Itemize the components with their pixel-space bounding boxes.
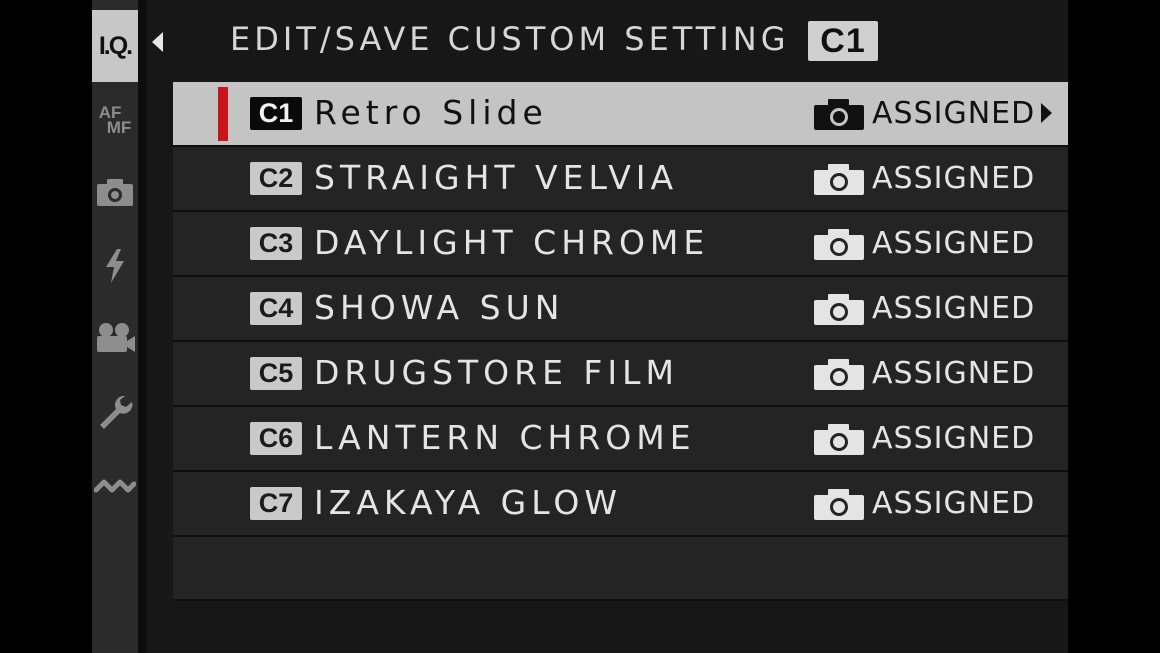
setting-row-c7[interactable]: C7 IZAKAYA GLOW ASSIGNED [173, 472, 1068, 537]
setting-name: SHOWA SUN [314, 288, 565, 327]
setting-badge: C3 [250, 227, 302, 260]
custom-setting-list: C1 Retro Slide ASSIGNED C2 STRAIGHT VELV… [173, 82, 1068, 601]
setting-status: ASSIGNED [872, 421, 1036, 456]
current-setting-badge: C1 [808, 21, 878, 61]
setting-row-c2[interactable]: C2 STRAIGHT VELVIA ASSIGNED [173, 147, 1068, 212]
connection-icon[interactable] [92, 470, 138, 500]
setting-name: IZAKAYA GLOW [314, 483, 623, 522]
iq-icon[interactable]: I.Q. [92, 10, 138, 82]
camera-icon [814, 489, 864, 520]
empty-row [173, 537, 1068, 601]
wrench-icon[interactable] [92, 390, 138, 434]
mf-label: MF [106, 118, 132, 137]
camera-icon [814, 359, 864, 390]
setting-badge: C7 [250, 487, 302, 520]
setting-status: ASSIGNED [872, 161, 1036, 196]
setting-status: ASSIGNED [872, 356, 1036, 391]
page-title: EDIT/SAVE CUSTOM SETTING [230, 20, 790, 58]
setting-row-c3[interactable]: C3 DAYLIGHT CHROME ASSIGNED [173, 212, 1068, 277]
camera-icon [814, 294, 864, 325]
camera-icon [814, 164, 864, 195]
selection-marker [218, 87, 228, 141]
setting-name: LANTERN CHROME [314, 418, 696, 457]
setting-name: DRUGSTORE FILM [314, 353, 679, 392]
camera-icon [814, 229, 864, 260]
sidebar-divider [138, 0, 147, 653]
setting-name: Retro Slide [314, 93, 548, 132]
setting-status: ASSIGNED [872, 226, 1036, 261]
camera-icon[interactable] [92, 172, 138, 212]
setting-badge: C2 [250, 162, 302, 195]
setting-status: ASSIGNED [872, 291, 1036, 326]
setting-badge: C4 [250, 292, 302, 325]
setting-badge: C5 [250, 357, 302, 390]
setting-row-c5[interactable]: C5 DRUGSTORE FILM ASSIGNED [173, 342, 1068, 407]
setting-name: STRAIGHT VELVIA [314, 158, 679, 197]
setting-status: ASSIGNED [872, 486, 1036, 521]
camera-icon [814, 99, 864, 130]
setting-name: DAYLIGHT CHROME [314, 223, 710, 262]
setting-status: ASSIGNED [872, 96, 1036, 131]
flash-icon[interactable] [92, 244, 138, 288]
setting-badge: C1 [250, 97, 302, 130]
chevron-right-icon [1041, 103, 1052, 123]
back-arrow-icon[interactable] [152, 32, 163, 52]
movie-icon[interactable] [92, 318, 138, 358]
camera-icon [814, 424, 864, 455]
setting-badge: C6 [250, 422, 302, 455]
setting-row-c1[interactable]: C1 Retro Slide ASSIGNED [173, 82, 1068, 147]
af-mf-icon[interactable]: AF MF [92, 96, 138, 144]
setting-row-c6[interactable]: C6 LANTERN CHROME ASSIGNED [173, 407, 1068, 472]
setting-row-c4[interactable]: C4 SHOWA SUN ASSIGNED [173, 277, 1068, 342]
